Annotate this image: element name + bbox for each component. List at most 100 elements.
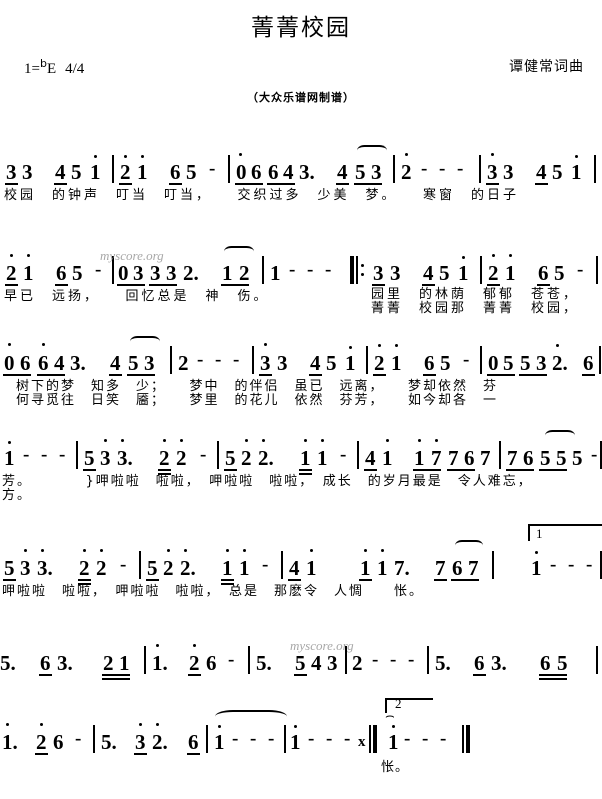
- note: 6: [170, 160, 181, 184]
- octave-dot: [304, 439, 307, 442]
- note: 1: [270, 261, 281, 285]
- lyric-line: 菁菁 校园那 菁菁 校园，: [371, 301, 580, 316]
- note: 6: [464, 446, 475, 470]
- slur: [130, 336, 160, 347]
- note: 6: [53, 730, 64, 754]
- note: 7: [448, 446, 459, 470]
- octave-dot: [141, 155, 144, 158]
- note: 4: [289, 556, 300, 580]
- repeat-start-sign: [350, 256, 364, 284]
- sustain-dash: -: [344, 728, 351, 749]
- note: 2: [374, 351, 385, 375]
- note: 7: [480, 446, 491, 470]
- note: 5: [4, 556, 15, 580]
- note: 1: [458, 261, 469, 285]
- note: 1: [345, 351, 356, 375]
- lyric-line: 何寻觅往 日笑 靥； 梦里 的花儿 依然 芬芳， 如今却各 一: [16, 393, 499, 408]
- note: 2: [96, 556, 107, 580]
- slur: [455, 540, 483, 551]
- note: 5: [554, 261, 565, 285]
- sustain-dash: -: [568, 554, 575, 575]
- octave-dot: [104, 439, 107, 442]
- lyric-row: 早已 远扬， 回忆总是 神 伤。 园里 的林荫 郁郁 苍苍， 菁菁 校园那 菁菁…: [0, 283, 602, 316]
- note: 1: [290, 730, 301, 754]
- note: 2: [103, 651, 114, 675]
- sustain-dash: -: [457, 158, 464, 179]
- barline: [596, 646, 598, 674]
- note: 2: [241, 446, 252, 470]
- note: 5: [439, 261, 450, 285]
- sustain-dash: -: [232, 728, 239, 749]
- octave-dot: [381, 549, 384, 552]
- note: 5: [225, 446, 236, 470]
- note: 5: [326, 351, 337, 375]
- note: 5: [557, 651, 568, 675]
- note-row: 3 3 4 5 1 2 1 6 5 - 0 6 6 4 3. 4 5 3 2 -…: [0, 142, 602, 185]
- note: 4: [55, 160, 66, 184]
- barline: [480, 256, 482, 284]
- sustain-dash: -: [422, 728, 429, 749]
- octave-dot: [239, 153, 242, 156]
- note: 1: [222, 261, 233, 285]
- note: 3: [144, 351, 155, 375]
- note: 2.: [258, 446, 274, 470]
- sustain-dash: -: [550, 554, 557, 575]
- octave-dot: [83, 549, 86, 552]
- note: 1: [239, 556, 250, 580]
- octave-dot: [41, 549, 44, 552]
- octave-dot: [42, 343, 45, 346]
- repeat-end-x: x: [358, 734, 366, 750]
- note: 3: [536, 351, 547, 375]
- sustain-dash: -: [404, 728, 411, 749]
- tie: [215, 710, 287, 723]
- key-note: E: [46, 61, 57, 77]
- note: 2: [6, 261, 17, 285]
- note: 4: [310, 351, 321, 375]
- note: 3: [371, 160, 382, 184]
- barline: [139, 551, 141, 579]
- sustain-dash: -: [197, 349, 204, 370]
- sustain-dash: -: [440, 728, 447, 749]
- note: 3: [487, 160, 498, 184]
- sustain-dash: -: [289, 259, 296, 280]
- note: 1: [382, 446, 393, 470]
- note: 3: [150, 261, 161, 285]
- barline: [262, 256, 264, 284]
- note: 6: [523, 446, 534, 470]
- sustain-dash: -: [390, 649, 397, 670]
- note: 3: [22, 160, 33, 184]
- volta-bracket-1: 1: [528, 524, 602, 542]
- note: 7: [468, 556, 479, 580]
- note: 1: [414, 446, 425, 470]
- note-row: 5. 6 3. 2 1 1. 2 6 - 5. 5 4 3 2 - - - 5.…: [0, 633, 602, 680]
- note: 6: [452, 556, 463, 580]
- octave-dot: [349, 346, 352, 349]
- note: 0: [4, 351, 15, 375]
- barline: [228, 155, 230, 183]
- note: 6: [424, 351, 435, 375]
- note: 1: [119, 651, 130, 675]
- octave-dot: [100, 549, 103, 552]
- note: 2: [178, 351, 189, 375]
- sustain-dash: -: [228, 649, 235, 670]
- barline: [76, 441, 78, 469]
- fermata-icon: ⌢: [385, 708, 395, 724]
- note-row: 0 6 6 4 3. 4 5 3 2 - - - 3 3 4 5 1 2 1 6…: [0, 333, 602, 376]
- score-line-3: 0 6 6 4 3. 4 5 3 2 - - - 3 3 4 5 1 2 1 6…: [0, 333, 602, 408]
- barline: [252, 346, 254, 374]
- octave-dot: [321, 439, 324, 442]
- sustain-dash: -: [340, 444, 347, 465]
- note: 6: [540, 651, 551, 675]
- octave-dot: [364, 549, 367, 552]
- sustain-dash: -: [421, 158, 428, 179]
- octave-dot: [8, 441, 11, 444]
- lyric-line: 早已 远扬， 回忆总是 神 伤。: [4, 289, 270, 304]
- note: 6: [251, 160, 262, 184]
- octave-dot: [180, 439, 183, 442]
- octave-dot: [418, 439, 421, 442]
- note: 5.: [101, 730, 117, 754]
- barline: [284, 725, 286, 753]
- sustain-dash: -: [308, 728, 315, 749]
- note: 6: [40, 651, 51, 675]
- barline: [596, 256, 598, 284]
